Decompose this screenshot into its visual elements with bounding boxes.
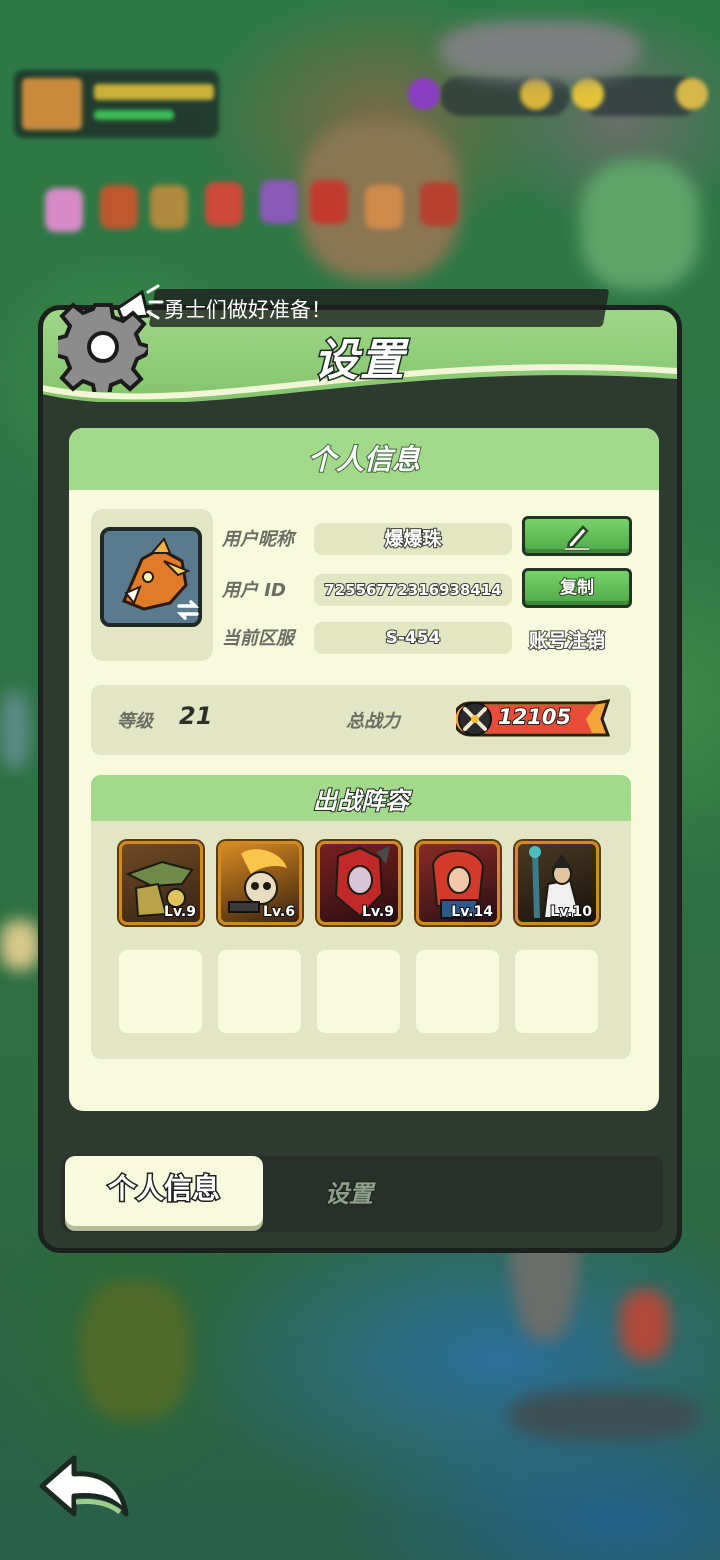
tab-profile-label: 个人信息 [106,1171,221,1207]
edit-nickname-button[interactable] [522,516,632,556]
account-deletion-link[interactable]: 账号注销 [528,626,606,653]
hero-level: Lv.10 [549,903,593,921]
swap-avatar-icon[interactable] [173,595,203,625]
hero-slot-2[interactable]: Lv.6 [218,841,302,925]
hero-level: Lv.9 [163,903,197,921]
hero-slot-5[interactable]: Lv.10 [515,841,599,925]
hero-slot-4[interactable]: Lv.14 [416,841,500,925]
nickname-label: 用户昵称 [222,529,294,550]
announcement-banner: 勇士们做好准备！ [148,289,610,327]
power-badge: 12105 [452,699,612,739]
server-value: S-454 [314,622,512,654]
level-power-row: 等级 21 总战力 12105 [91,685,631,755]
copy-id-button[interactable]: 复制 [522,568,632,608]
copy-button-label: 复制 [559,577,595,599]
back-arrow-button[interactable] [36,1452,132,1522]
coin-icon [572,78,604,110]
lineup-title: 出战阵容 [312,786,410,816]
hero-level: Lv.9 [361,903,395,921]
level-label: 等级 [117,711,153,732]
level-value: 21 [179,702,213,730]
hero-slot-3[interactable]: Lv.9 [317,841,401,925]
battle-lineup: 出战阵容 Lv.9 Lv.6 Lv.9 Lv.14 Lv.10 [91,775,631,1059]
crossed-swords-icon [458,702,492,736]
hero-level: Lv.6 [262,903,296,921]
lineup-header: 出战阵容 [91,775,631,821]
empty-slot[interactable] [416,950,499,1033]
gem-icon [408,78,440,110]
empty-slot[interactable] [218,950,301,1033]
server-label: 当前区服 [222,628,294,649]
profile-card-title: 个人信息 [307,442,421,477]
tab-settings[interactable]: 设置 [324,1174,374,1209]
nickname-value: 爆爆珠 [314,523,512,555]
user-id-value: 72556772316938414 [314,574,512,606]
pencil-icon [565,525,589,551]
avatar-frame[interactable] [91,509,213,661]
player-hud-card [14,70,219,138]
profile-card-header: 个人信息 [69,428,659,490]
power-value: 12105 [497,704,572,730]
settings-panel: 设置 个人信息 用户昵称 爆爆珠 用户 ID 72556772316938414… [38,305,682,1253]
settings-tab-bar: 个人信息 设置 [61,1156,663,1232]
empty-slot[interactable] [317,950,400,1033]
profile-card: 个人信息 用户昵称 爆爆珠 用户 ID 72556772316938414 复制… [69,428,659,1111]
coin-icon [520,78,552,110]
empty-slot[interactable] [119,950,202,1033]
user-id-label: 用户 ID [222,580,286,601]
gear-icon [58,302,148,392]
empty-slot[interactable] [515,950,598,1033]
announcement-text: 勇士们做好准备！ [163,298,332,322]
coin-icon [676,78,708,110]
hero-slot-1[interactable]: Lv.9 [119,841,203,925]
hero-level: Lv.14 [450,903,494,921]
power-label: 总战力 [346,711,400,732]
tab-profile[interactable]: 个人信息 [65,1156,263,1226]
